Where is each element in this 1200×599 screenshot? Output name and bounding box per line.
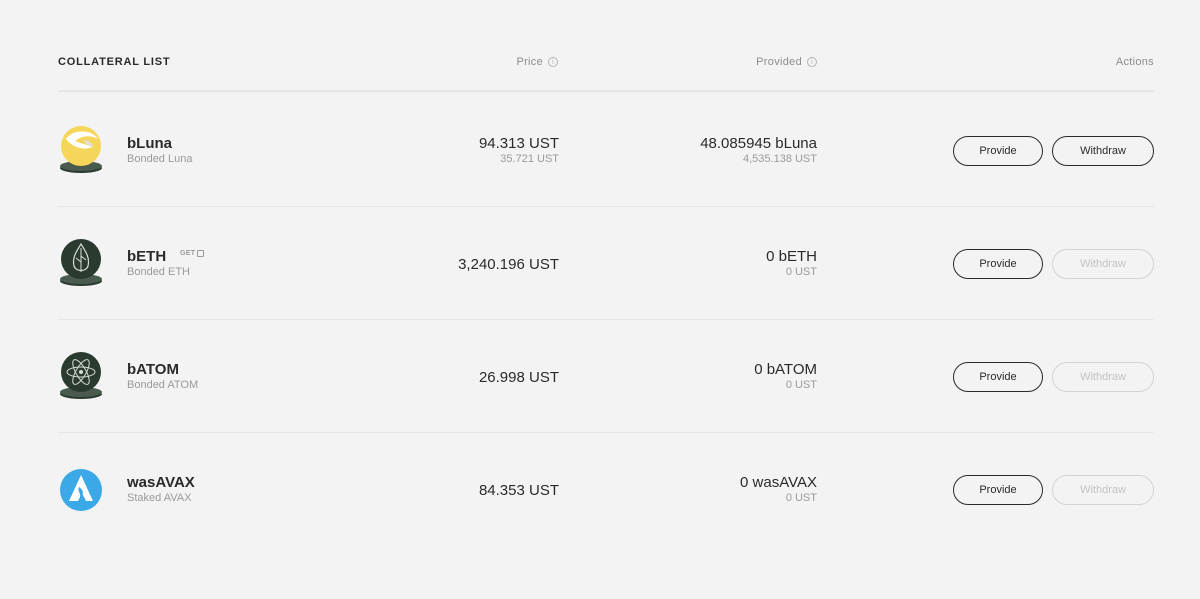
price-column-header: Price i <box>516 56 558 68</box>
price-value: 94.313 UST <box>478 135 559 152</box>
token-symbol: wasAVAX <box>127 474 195 491</box>
provided-header-label: Provided <box>756 56 802 68</box>
withdraw-button[interactable]: Withdraw <box>1052 475 1154 505</box>
collateral-row-beth: bETH GET Bonded ETH 3,240.196 UST 0 bETH… <box>58 207 1154 320</box>
provided-value: 0 bETH <box>766 248 817 265</box>
provided-sub-value: 4,535.138 UST <box>743 153 817 165</box>
collateral-list-title: COLLATERAL LIST <box>58 56 171 68</box>
external-link-icon <box>197 250 205 257</box>
collateral-row-batom: bATOM Bonded ATOM 26.998 UST 0 bATOM 0 U… <box>58 320 1154 433</box>
get-link-badge[interactable]: GET <box>180 250 205 257</box>
provided-value: 48.085945 bLuna <box>700 135 817 152</box>
collateral-list-card: COLLATERAL LIST Price i Provided i Actio… <box>0 0 1200 599</box>
withdraw-button[interactable]: Withdraw <box>1052 362 1154 392</box>
token-symbol: bLuna <box>127 135 172 152</box>
provided-sub-value: 0 UST <box>785 492 817 504</box>
token-symbol: bATOM <box>127 361 179 378</box>
beth-icon <box>60 239 102 286</box>
provided-value: 0 bATOM <box>754 361 817 378</box>
bluna-icon <box>60 126 102 173</box>
token-name: Bonded ETH <box>127 266 190 278</box>
token-name: Bonded Luna <box>127 153 193 165</box>
provided-value: 0 wasAVAX <box>740 474 817 491</box>
collateral-row-wasavax: wasAVAX Staked AVAX 84.353 UST 0 wasAVAX… <box>58 433 1154 546</box>
provide-button[interactable]: Provide <box>953 249 1043 279</box>
price-value: 26.998 UST <box>478 369 559 386</box>
price-value: 84.353 UST <box>478 482 559 499</box>
withdraw-button[interactable]: Withdraw <box>1052 136 1154 166</box>
provided-sub-value: 0 UST <box>785 266 817 278</box>
provided-column-header: Provided i <box>756 56 817 68</box>
provide-button[interactable]: Provide <box>953 475 1043 505</box>
token-symbol: bETH <box>127 248 167 265</box>
provide-button[interactable]: Provide <box>953 136 1043 166</box>
info-icon[interactable]: i <box>548 57 558 67</box>
token-name: Staked AVAX <box>127 492 192 504</box>
price-sub-value: 35.721 UST <box>500 153 559 165</box>
collateral-row-bluna: bLuna Bonded Luna 94.313 UST 35.721 UST … <box>58 94 1154 207</box>
provided-sub-value: 0 UST <box>785 379 817 391</box>
provide-button[interactable]: Provide <box>953 362 1043 392</box>
price-value: 3,240.196 UST <box>458 256 559 273</box>
collateral-list-header: COLLATERAL LIST Price i Provided i Actio… <box>58 56 1154 92</box>
wasavax-icon <box>60 468 102 511</box>
batom-icon <box>60 352 102 399</box>
actions-column-header: Actions <box>1115 56 1154 68</box>
withdraw-button[interactable]: Withdraw <box>1052 249 1154 279</box>
info-icon[interactable]: i <box>807 57 817 67</box>
token-name: Bonded ATOM <box>127 379 199 391</box>
price-header-label: Price <box>516 56 543 68</box>
get-label: GET <box>180 250 196 257</box>
